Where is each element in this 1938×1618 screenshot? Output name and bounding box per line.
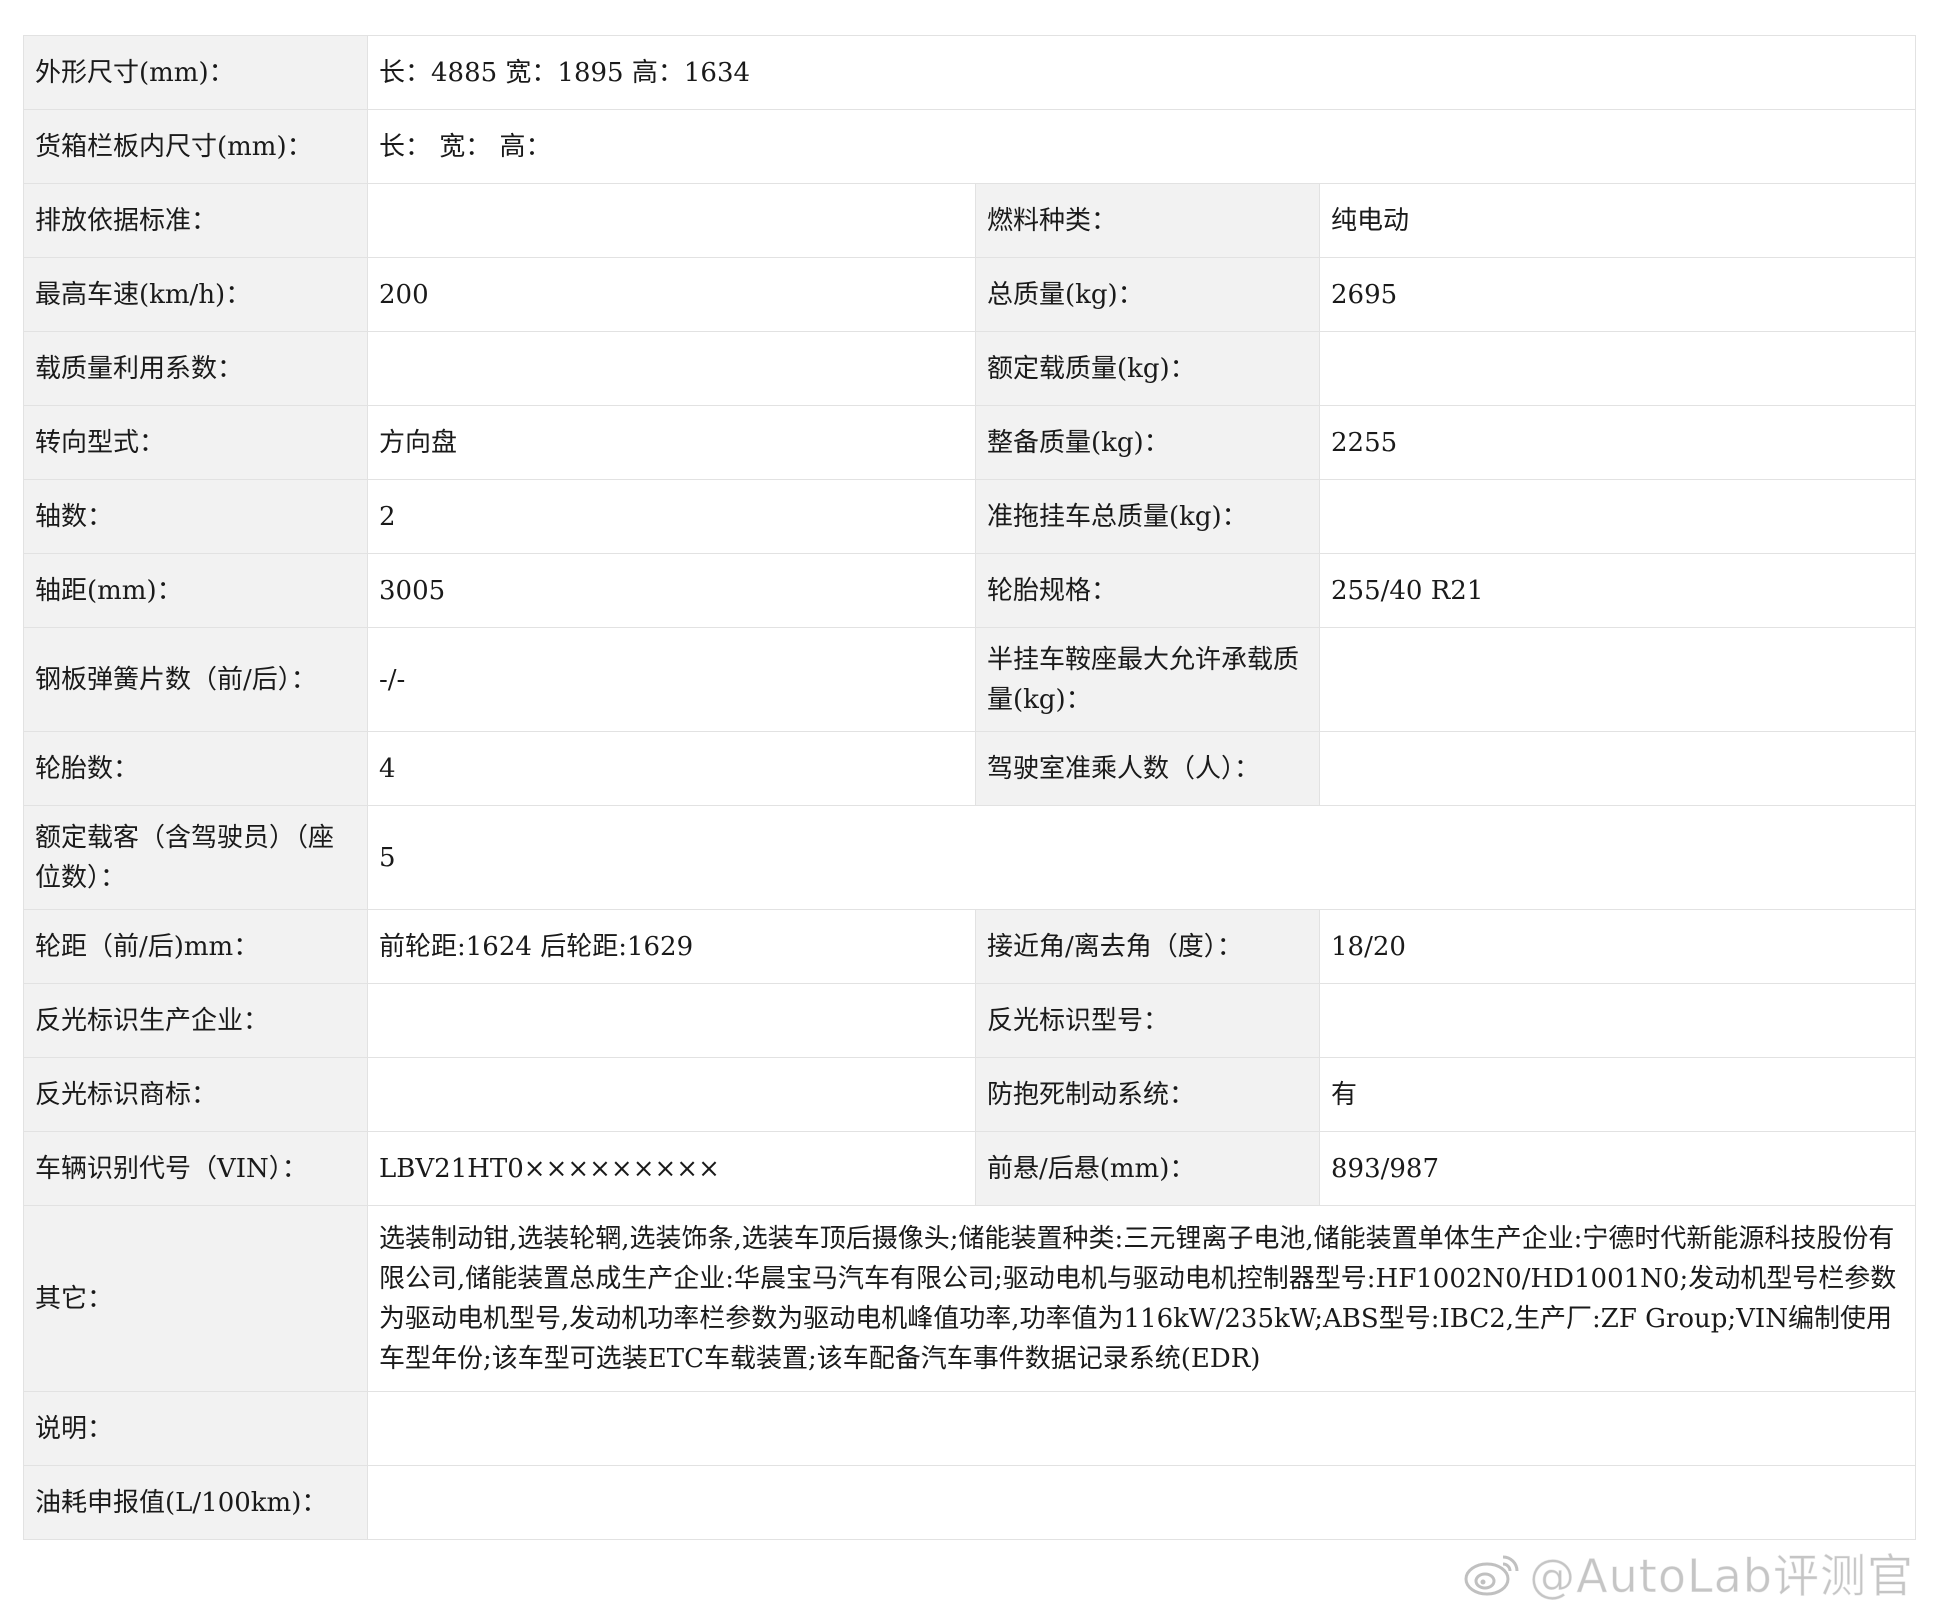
table-row: 载质量利用系数： 额定载质量(kg)： (23, 331, 1917, 406)
table-row: 最高车速(km/h)： 200 总质量(kg)： 2695 (23, 257, 1917, 332)
spec-label: 其它： (23, 1205, 368, 1392)
table-row: 轴数： 2 准拖挂车总质量(kg)： (23, 479, 1917, 554)
spec-value (1318, 479, 1917, 554)
spec-value: 前轮距:1624 后轮距:1629 (367, 909, 976, 984)
table-row: 油耗申报值(L/100km)： (23, 1465, 1917, 1540)
table-row: 钢板弹簧片数（前/后）： -/- 半挂车鞍座最大允许承载质量(kg)： (23, 627, 1917, 732)
table-row: 轮胎数： 4 驾驶室准乘人数（人）： (23, 731, 1917, 806)
spec-label: 准拖挂车总质量(kg)： (975, 479, 1320, 554)
table-row: 排放依据标准： 燃料种类： 纯电动 (23, 183, 1917, 258)
table-row: 反光标识生产企业： 反光标识型号： (23, 983, 1917, 1058)
spec-label: 排放依据标准： (23, 183, 368, 258)
spec-label: 货箱栏板内尺寸(mm)： (23, 109, 368, 184)
spec-value (367, 1057, 976, 1132)
table-row: 货箱栏板内尺寸(mm)： 长： 宽： 高： (23, 109, 1917, 184)
spec-value: 18/20 (1318, 909, 1917, 984)
spec-value (367, 183, 976, 258)
spec-label: 说明： (23, 1391, 368, 1466)
spec-label: 反光标识型号： (975, 983, 1320, 1058)
spec-label: 额定载客（含驾驶员）（座位数）： (23, 805, 368, 910)
spec-value: 4 (367, 731, 976, 806)
watermark-text: @AutoLab评测官 (1529, 1549, 1914, 1604)
spec-label: 半挂车鞍座最大允许承载质量(kg)： (975, 627, 1320, 732)
spec-value: 2695 (1318, 257, 1917, 332)
spec-label: 反光标识商标： (23, 1057, 368, 1132)
spec-label: 转向型式： (23, 405, 368, 480)
table-row: 轮距（前/后)mm： 前轮距:1624 后轮距:1629 接近角/离去角（度）：… (23, 909, 1917, 984)
spec-value: 长：4885 宽：1895 高：1634 (366, 35, 1917, 110)
spec-label: 轴数： (23, 479, 368, 554)
spec-value (1318, 731, 1917, 806)
table-row: 转向型式： 方向盘 整备质量(kg)： 2255 (23, 405, 1917, 480)
spec-label: 外形尺寸(mm)： (23, 35, 368, 110)
table-row: 额定载客（含驾驶员）（座位数）： 5 (23, 805, 1917, 910)
spec-label: 额定载质量(kg)： (975, 331, 1320, 406)
spec-value: 5 (366, 805, 1917, 910)
spec-value: 2255 (1318, 405, 1917, 480)
spec-value: 200 (367, 257, 976, 332)
spec-value (1318, 331, 1917, 406)
spec-label: 总质量(kg)： (975, 257, 1320, 332)
spec-value: 选装制动钳,选装轮辋,选装饰条,选装车顶后摄像头;储能装置种类:三元锂离子电池,… (366, 1205, 1917, 1392)
spec-label: 防抱死制动系统： (975, 1057, 1320, 1132)
table-row: 轴距(mm)： 3005 轮胎规格： 255/40 R21 (23, 553, 1917, 628)
spec-value: 方向盘 (367, 405, 976, 480)
watermark: @AutoLab评测官 (1463, 1540, 1914, 1606)
spec-label: 最高车速(km/h)： (23, 257, 368, 332)
table-row: 外形尺寸(mm)： 长：4885 宽：1895 高：1634 (23, 35, 1917, 110)
spec-label: 驾驶室准乘人数（人）： (975, 731, 1320, 806)
spec-value (366, 1465, 1917, 1540)
spec-label: 载质量利用系数： (23, 331, 368, 406)
spec-label: 反光标识生产企业： (23, 983, 368, 1058)
spec-value (367, 331, 976, 406)
spec-value (1318, 983, 1917, 1058)
spec-value: 2 (367, 479, 976, 554)
spec-label: 轮胎数： (23, 731, 368, 806)
spec-label: 轮胎规格： (975, 553, 1320, 628)
spec-label: 轮距（前/后)mm： (23, 909, 368, 984)
spec-value: -/- (367, 627, 976, 732)
spec-value: 纯电动 (1318, 183, 1917, 258)
spec-value: 255/40 R21 (1318, 553, 1917, 628)
spec-label: 车辆识别代号（VIN）： (23, 1131, 368, 1206)
spec-value (1318, 627, 1917, 732)
spec-value: 893/987 (1318, 1131, 1917, 1206)
spec-value: 有 (1318, 1057, 1917, 1132)
spec-label: 前悬/后悬(mm)： (975, 1131, 1320, 1206)
spec-label: 油耗申报值(L/100km)： (23, 1465, 368, 1540)
spec-label: 轴距(mm)： (23, 553, 368, 628)
table-row: 说明： (23, 1391, 1917, 1466)
spec-label: 整备质量(kg)： (975, 405, 1320, 480)
table-row: 其它： 选装制动钳,选装轮辋,选装饰条,选装车顶后摄像头;储能装置种类:三元锂离… (23, 1205, 1917, 1392)
spec-label: 钢板弹簧片数（前/后）： (23, 627, 368, 732)
weibo-icon (1464, 1555, 1519, 1596)
table-row: 反光标识商标： 防抱死制动系统： 有 (23, 1057, 1917, 1132)
spec-label: 燃料种类： (975, 183, 1320, 258)
spec-label: 接近角/离去角（度）： (975, 909, 1320, 984)
spec-value: 长： 宽： 高： (366, 109, 1917, 184)
spec-value (367, 983, 976, 1058)
table-row: 车辆识别代号（VIN）： LBV21HT0××××××××× 前悬/后悬(mm)… (23, 1131, 1917, 1206)
vehicle-spec-table: 外形尺寸(mm)： 长：4885 宽：1895 高：1634 货箱栏板内尺寸(m… (23, 35, 1917, 1540)
spec-value: 3005 (367, 553, 976, 628)
spec-value (366, 1391, 1917, 1466)
spec-value: LBV21HT0××××××××× (367, 1131, 976, 1206)
